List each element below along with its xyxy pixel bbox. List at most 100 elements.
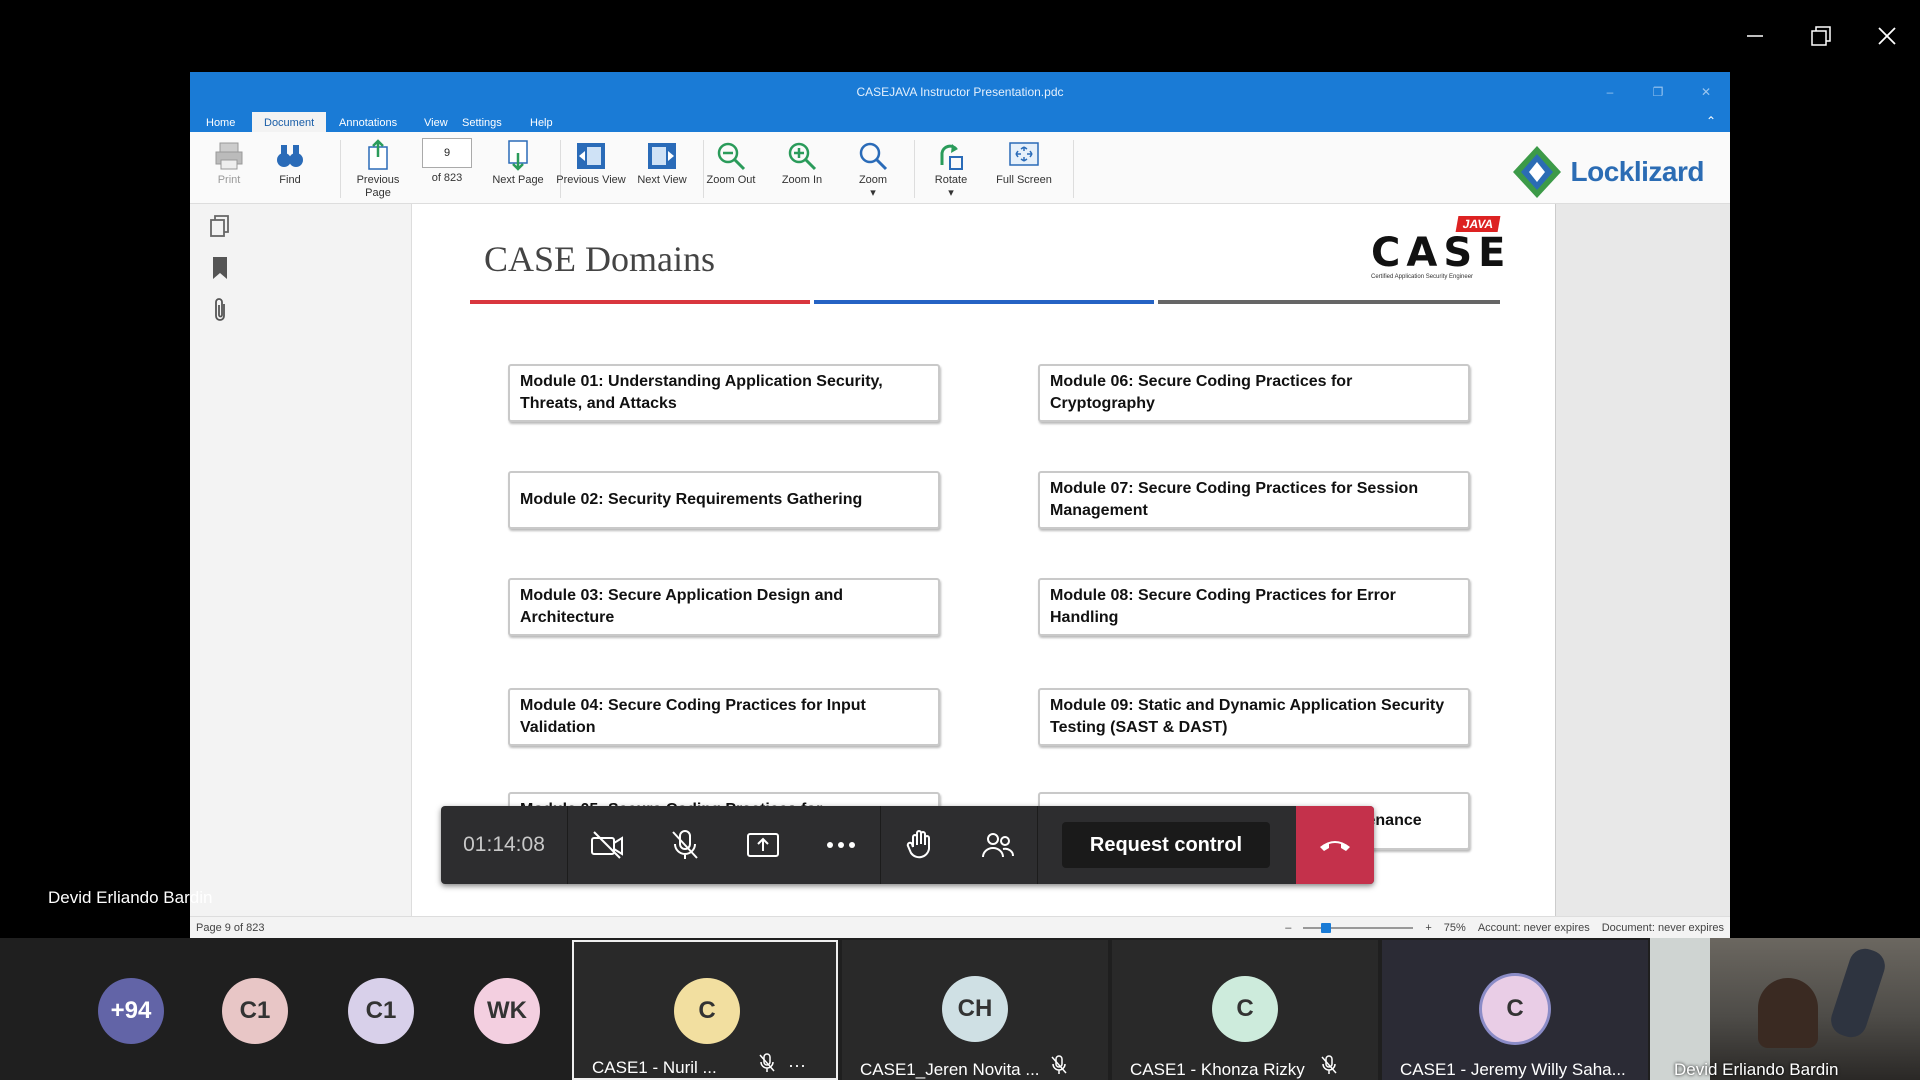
camera-off-icon [591, 831, 623, 859]
people-icon [982, 833, 1014, 858]
presenter-camera-feed[interactable]: Devid Erliando Bardin [1650, 938, 1920, 1080]
menu-document[interactable]: Document [252, 112, 327, 132]
binoculars-icon [277, 145, 303, 167]
attachment-icon[interactable] [208, 296, 232, 324]
participant-name: CASE1 - Nuril ... [592, 1058, 717, 1077]
zoom-minus-icon[interactable]: – [1285, 922, 1291, 934]
viewer-menu-bar: Home Document Annotations View Settings … [190, 112, 1730, 132]
mic-off-icon [672, 830, 698, 859]
thumbnails-icon[interactable] [208, 212, 232, 240]
close-icon[interactable] [1854, 0, 1920, 72]
participant-avatar-speaking: C [1482, 976, 1548, 1042]
previous-page-button[interactable]: Previous Page [343, 132, 413, 200]
chevron-down-icon: ▾ [948, 187, 954, 199]
full-screen-button[interactable]: Full Screen [989, 132, 1059, 187]
participant-avatar[interactable]: C1 [348, 978, 414, 1044]
lizard-icon [1512, 146, 1561, 198]
next-view-button[interactable]: Next View [627, 132, 697, 187]
module-04-box: Module 04: Secure Coding Practices for I… [508, 688, 940, 746]
viewer-restore-icon[interactable]: ❐ [1634, 72, 1682, 112]
page-number-input[interactable]: 9 [422, 138, 472, 168]
next-view-icon [648, 143, 676, 169]
page-status: Page 9 of 823 [196, 922, 265, 934]
menu-help[interactable]: Help [518, 112, 565, 132]
full-screen-icon [1009, 142, 1039, 166]
account-status: Account: never expires [1477, 922, 1590, 934]
participant-name: CASE1_Jeren Novita ... [860, 1060, 1040, 1079]
restore-icon[interactable] [1788, 0, 1854, 72]
module-01-box: Module 01: Understanding Application Sec… [508, 364, 940, 422]
viewer-side-panel [190, 204, 412, 922]
menu-annotations[interactable]: Annotations [327, 112, 409, 132]
request-control-button[interactable]: Request control [1062, 822, 1270, 868]
menu-settings[interactable]: Settings [450, 112, 514, 132]
more-actions-button[interactable] [802, 806, 880, 884]
chevron-down-icon: ▾ [870, 187, 876, 199]
zoom-dropdown-button[interactable]: Zoom ▾ [838, 132, 908, 200]
participants-button[interactable] [959, 806, 1037, 884]
previous-view-button[interactable]: Previous View [556, 132, 626, 187]
participant-avatar[interactable]: WK [474, 978, 540, 1044]
zoom-plus-icon[interactable]: + [1425, 922, 1431, 934]
share-screen-icon [747, 833, 779, 857]
zoom-in-button[interactable]: Zoom In [767, 132, 837, 187]
hang-up-button[interactable] [1296, 806, 1374, 884]
magnifier-icon [859, 142, 888, 171]
previous-view-icon [577, 143, 605, 169]
participant-name: CASE1 - Jeremy Willy Saha... [1400, 1060, 1626, 1079]
phone-hangup-icon [1320, 841, 1350, 851]
module-03-box: Module 03: Secure Application Design and… [508, 578, 940, 636]
module-07-box: Module 07: Secure Coding Practices for S… [1038, 471, 1470, 529]
print-button[interactable]: Print [194, 132, 264, 187]
zoom-in-icon [788, 142, 817, 171]
participant-tile[interactable]: C CASE1 - Khonza Rizky [1112, 940, 1378, 1080]
next-page-button[interactable]: Next Page [483, 132, 553, 187]
zoom-level: 75% [1443, 922, 1466, 934]
rotate-button[interactable]: Rotate ▾ [916, 132, 986, 200]
viewer-status-bar: Page 9 of 823 – + 75% Account: never exp… [190, 916, 1730, 938]
participant-avatar: CH [942, 976, 1008, 1042]
participant-tile[interactable]: C CASE1 - Jeremy Willy Saha... [1382, 940, 1648, 1080]
collapse-ribbon-icon[interactable]: ⌃ [1706, 114, 1716, 128]
viewer-minimize-icon[interactable]: – [1586, 72, 1634, 112]
viewer-toolbar: Print Find Previous Page 9 of 823 Next P… [190, 132, 1730, 204]
window-controls [1722, 0, 1920, 72]
viewer-close-icon[interactable]: ✕ [1682, 72, 1730, 112]
more-icon [827, 842, 855, 848]
camera-participant-name: Devid Erliando Bardin [1674, 1060, 1839, 1079]
locklizard-logo: Locklizard [1509, 142, 1705, 202]
zoom-slider[interactable] [1303, 923, 1414, 933]
participant-gallery: +94 C1 C1 WK C CASE1 - Nuril ... ··· CH … [0, 938, 1920, 1080]
menu-home[interactable]: Home [194, 112, 247, 132]
more-icon[interactable]: ··· [788, 1055, 806, 1076]
title-rule-gray [1158, 300, 1500, 304]
participant-avatar[interactable]: C1 [222, 978, 288, 1044]
participant-avatar: C [1212, 976, 1278, 1042]
mic-off-icon [1050, 1055, 1068, 1080]
module-08-box: Module 08: Secure Coding Practices for E… [1038, 578, 1470, 636]
title-rule-red [470, 300, 810, 304]
share-screen-button[interactable] [724, 806, 802, 884]
participant-tile[interactable]: C CASE1 - Nuril ... ··· [572, 940, 838, 1080]
participant-avatar: C [674, 978, 740, 1044]
printer-icon [215, 142, 243, 170]
bookmark-icon[interactable] [208, 254, 232, 282]
module-06-box: Module 06: Secure Coding Practices for C… [1038, 364, 1470, 422]
slide-title: CASE Domains [484, 239, 716, 279]
camera-off-button[interactable] [568, 806, 646, 884]
zoom-out-button[interactable]: Zoom Out [696, 132, 766, 187]
presenter-name: Devid Erliando Bardin [48, 888, 213, 907]
mute-button[interactable] [646, 806, 724, 884]
document-status: Document: never expires [1601, 922, 1724, 934]
find-button[interactable]: Find [255, 132, 325, 187]
raise-hand-button[interactable] [881, 806, 959, 884]
title-rule-blue [814, 300, 1154, 304]
zoom-out-icon [717, 142, 746, 171]
participant-tile[interactable]: CH CASE1_Jeren Novita ... [842, 940, 1108, 1080]
module-09-box: Module 09: Static and Dynamic Applicatio… [1038, 688, 1470, 746]
call-timer: 01:14:08 [463, 833, 545, 856]
minimize-icon[interactable] [1722, 0, 1788, 72]
overflow-participants-button[interactable]: +94 [98, 978, 164, 1044]
page-up-icon [368, 139, 388, 170]
case-java-logo: JAVA CASE Certified Application Security… [1371, 216, 1512, 280]
